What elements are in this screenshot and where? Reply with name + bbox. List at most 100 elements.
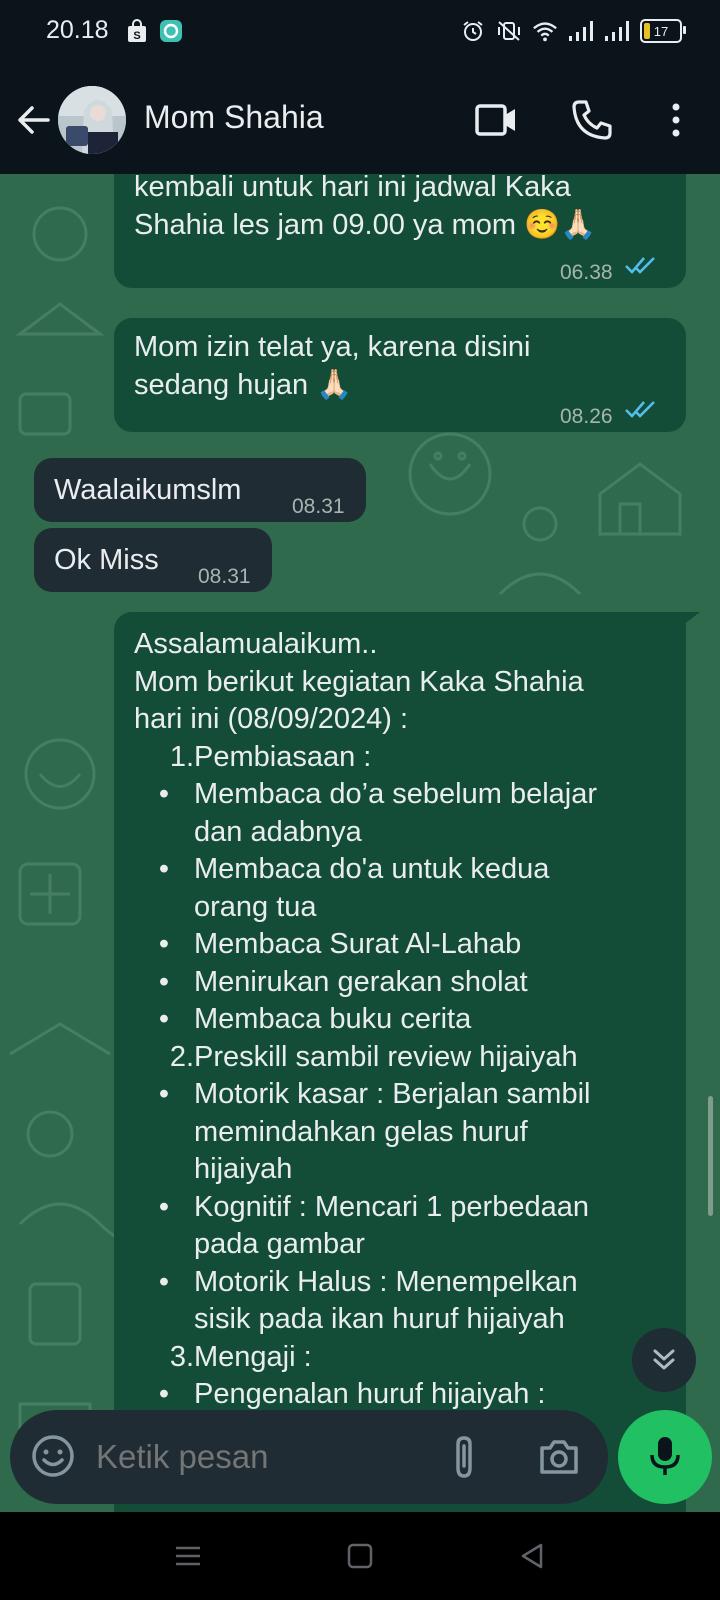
message-time: 06.38 [560, 261, 613, 284]
contact-name[interactable]: Mom Shahia [144, 99, 324, 136]
bullet: • [158, 1078, 170, 1110]
attach-icon[interactable] [444, 1432, 484, 1482]
list-item: • Motorik kasar : Berjalan sambil memindah… [134, 1076, 674, 1189]
message-line: Shahia les jam 09.00 ya mom ☺️🙏🏻 [134, 209, 597, 241]
message-text: Ok Miss [54, 544, 159, 576]
message-bubble-outgoing[interactable]: Assalamualaikum.. Mom berikut kegiatan K… [114, 612, 686, 1512]
scrollbar[interactable] [708, 1096, 713, 1216]
list-item: 2. Preskill sambil review hijaiyah [134, 1039, 674, 1077]
message-line: hari ini (08/09/2024) : [134, 703, 409, 735]
vibrate-off-icon [496, 18, 522, 44]
bullet: • [158, 965, 170, 998]
message-line: orang tua [194, 890, 317, 923]
list-number: 2. [169, 1040, 194, 1073]
bullet: • [158, 778, 170, 810]
list-item: 1. Pembiasaan : [134, 739, 674, 777]
message-input[interactable] [96, 1434, 416, 1480]
list-item: 3. Mengaji : [134, 1339, 674, 1377]
list-item: • Membaca do’a sebelum belajar dan adabnya [134, 776, 674, 851]
message-line: hijaiyah [194, 1153, 293, 1185]
message-line: Kognitif : Mencari 1 perbedaan [194, 1190, 589, 1223]
battery-fill [644, 23, 650, 39]
battery-level: 17 [653, 23, 669, 39]
list-item: • Motorik Halus : Menempelkan sisik pada i… [134, 1264, 674, 1339]
read-receipt-icon [625, 401, 655, 418]
bullet: • [158, 1265, 170, 1298]
bullet: • [158, 1003, 170, 1035]
message-composer [10, 1410, 608, 1504]
message-line: Membaca do'a untuk kedua [194, 853, 550, 885]
list-item: • Membaca Surat Al-Lahab [134, 926, 674, 964]
list-title: Mengaji : [194, 1340, 312, 1373]
bullet: • [158, 853, 170, 885]
message-line: Mom berikut kegiatan Kaka Shahia [134, 665, 584, 698]
mic-button[interactable] [618, 1410, 712, 1504]
list-item: • Membaca do'a untuk kedua orang tua [134, 851, 674, 926]
mic-icon [650, 1437, 680, 1475]
app-notification-icon [158, 18, 184, 44]
video-call-icon[interactable] [474, 100, 518, 140]
shopping-bag-icon: S [124, 18, 150, 44]
message-line: Membaca buku cerita [194, 1003, 472, 1035]
signal-icon [604, 18, 630, 44]
svg-text:S: S [133, 30, 140, 42]
status-left-icons: S [124, 18, 184, 44]
message-line: Motorik Halus : Menempelkan [194, 1265, 578, 1298]
emoji-icon[interactable] [30, 1433, 76, 1479]
recent-apps-icon[interactable] [170, 1538, 206, 1574]
message-text: Mom izin telat ya, karena disini sedang … [134, 328, 564, 404]
message-line: Assalamualaikum.. [134, 628, 378, 660]
message-line: Mom izin telat ya, karena disini [134, 331, 531, 363]
status-time: 20.18 [46, 16, 109, 44]
message-text: Assalamualaikum.. Mom berikut kegiatan K… [134, 626, 674, 1414]
message-line: Motorik kasar : Berjalan sambil [194, 1078, 591, 1110]
message-line: Pengenalan huruf hijaiyah : [194, 1378, 546, 1410]
alarm-icon [460, 18, 486, 44]
list-item: • Pengenalan huruf hijaiyah : [134, 1376, 674, 1414]
list-title: Preskill sambil review hijaiyah [194, 1040, 578, 1073]
chat-header: Mom Shahia [0, 66, 720, 174]
back-icon[interactable] [514, 1538, 550, 1574]
read-receipt-icon [625, 257, 655, 274]
scroll-to-bottom-button[interactable] [632, 1328, 696, 1392]
message-text: kembali untuk hari ini jadwal Kaka Shahi… [134, 174, 674, 244]
message-bubble-outgoing[interactable]: kembali untuk hari ini jadwal Kaka Shahi… [114, 174, 686, 288]
system-nav-bar [0, 1512, 720, 1600]
home-icon[interactable] [342, 1538, 378, 1574]
chat-area[interactable]: kembali untuk hari ini jadwal Kaka Shahi… [0, 174, 720, 1512]
voice-call-icon[interactable] [570, 98, 614, 142]
list-title: Pembiasaan : [194, 740, 372, 773]
double-chevron-down-icon [653, 1349, 675, 1370]
message-line: Menirukan gerakan sholat [194, 965, 528, 998]
message-line: memindahkan gelas huruf [194, 1115, 528, 1148]
message-line: dan adabnya [194, 815, 362, 848]
camera-icon[interactable] [536, 1434, 582, 1480]
battery-icon: 17 [640, 19, 686, 43]
message-time: 08.31 [198, 565, 251, 588]
list-item: • Menirukan gerakan sholat [134, 964, 674, 1002]
list-item: • Membaca buku cerita [134, 1001, 674, 1039]
bullet: • [158, 928, 170, 960]
message-time: 08.31 [292, 495, 345, 518]
more-options-icon[interactable] [662, 100, 690, 140]
message-line: Membaca do’a sebelum belajar [194, 778, 597, 810]
wifi-icon [532, 18, 558, 44]
message-bubble-incoming[interactable]: Ok Miss 08.31 [34, 528, 272, 592]
contact-avatar[interactable] [58, 86, 126, 154]
list-item: • Kognitif : Mencari 1 perbedaan pada gamb… [134, 1189, 674, 1264]
message-bubble-outgoing[interactable]: Mom izin telat ya, karena disini sedang … [114, 318, 686, 432]
back-arrow-icon[interactable] [14, 100, 54, 140]
message-line: pada gambar [194, 1228, 365, 1260]
bullet: • [158, 1378, 170, 1410]
list-number: 3. [169, 1340, 194, 1373]
message-line: sedang hujan 🙏🏻 [134, 369, 353, 401]
message-time: 08.26 [560, 405, 613, 428]
message-line: Membaca Surat Al-Lahab [194, 928, 522, 960]
status-bar: 20.18 S 17 [0, 0, 720, 66]
message-bubble-incoming[interactable]: Waalaikumslm 08.31 [34, 458, 366, 522]
status-right-icons: 17 [460, 18, 686, 44]
message-line: kembali untuk hari ini jadwal Kaka [134, 174, 571, 203]
signal-icon [568, 18, 594, 44]
message-text: Waalaikumslm [54, 474, 242, 506]
bullet: • [158, 1190, 170, 1223]
